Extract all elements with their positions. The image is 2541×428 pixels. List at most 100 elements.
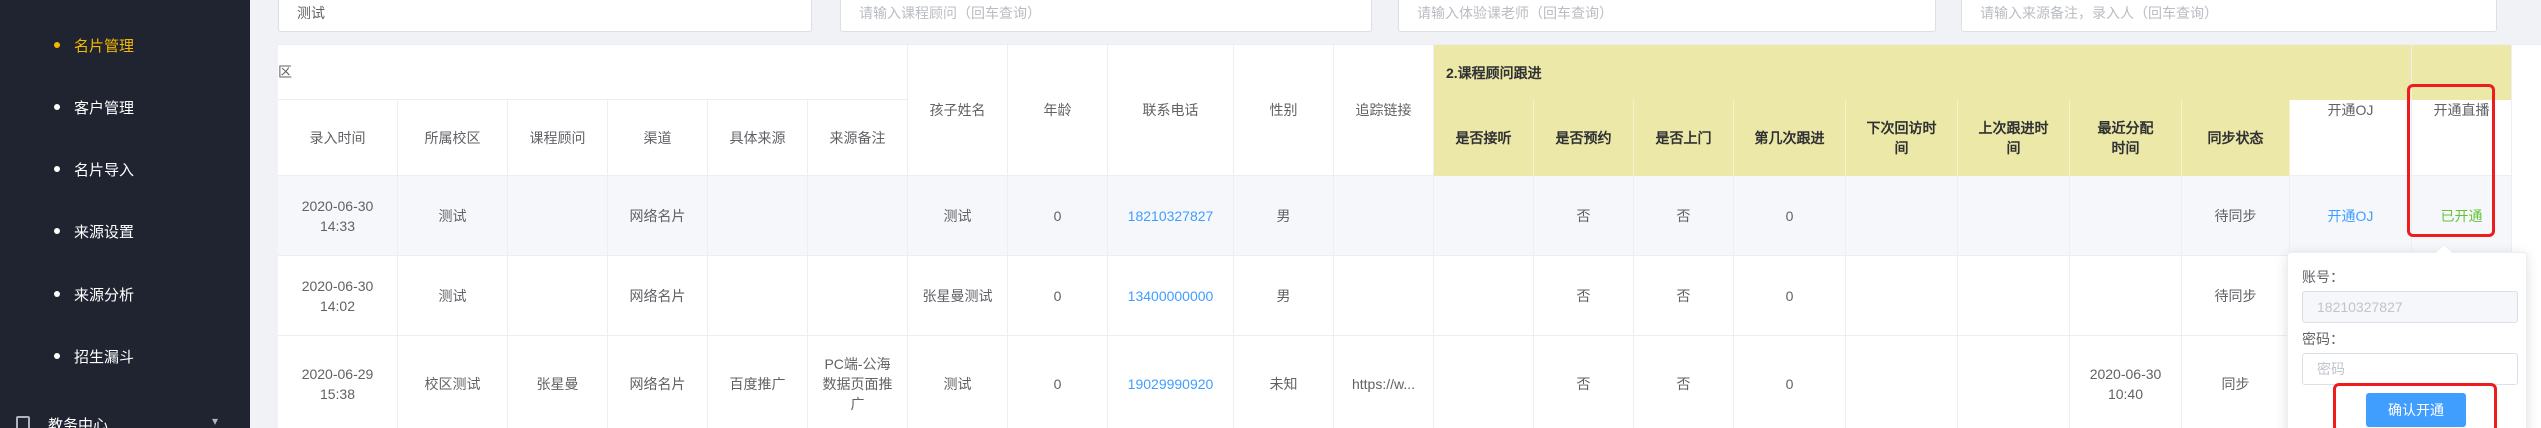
cell-age: 0 [1008, 336, 1108, 428]
cell-age: 0 [1008, 176, 1108, 256]
sidebar-group-label: 教务中心 [48, 417, 109, 428]
cell-campus: 测试 [398, 176, 508, 256]
cell-follow-count: 0 [1734, 256, 1846, 336]
col-header-last-follow: 上次跟进时间 [1958, 100, 2070, 176]
cell-next-visit [1846, 256, 1958, 336]
sidebar-group-academic[interactable]: 教务中心 ▾ [0, 408, 250, 428]
cell-consultant [508, 256, 608, 336]
cell-last-assign: 2020-06-30 10:40 [2070, 336, 2182, 428]
open-oj-button[interactable]: 开通OJ [2290, 176, 2412, 256]
cell-last-assign [2070, 256, 2182, 336]
source-search-input[interactable] [1980, 0, 2496, 31]
sidebar-item-label: 招生漏斗 [74, 348, 135, 366]
password-label: 密码： [2302, 331, 2344, 347]
cell-age: 0 [1008, 256, 1108, 336]
cell-source [708, 256, 808, 336]
col-header-visited: 是否上门 [1634, 100, 1734, 176]
cell-channel: 网络名片 [608, 336, 708, 428]
cell-child-name: 张星曼测试 [908, 256, 1008, 336]
cell-source [708, 176, 808, 256]
cell-last-follow [1958, 336, 2070, 428]
cell-follow-count: 0 [1734, 176, 1846, 256]
source-filter[interactable] [1961, 0, 2497, 32]
col-header-channel: 渠道 [608, 100, 708, 176]
cell-channel: 网络名片 [608, 256, 708, 336]
teacher-filter[interactable] [1398, 0, 1936, 32]
sidebar-item-label: 来源设置 [74, 223, 135, 241]
sidebar-item-source-analysis[interactable]: 来源分析 [0, 279, 250, 309]
col-header-child-name: 孩子姓名 [908, 45, 1008, 176]
account-input[interactable] [2317, 299, 2517, 315]
campus-filter-input[interactable] [297, 0, 811, 31]
sidebar-item-source-settings[interactable]: 来源设置 [0, 216, 250, 246]
sidebar-item-customer-management[interactable]: 客户管理 [0, 92, 250, 122]
col-header-sync-status: 同步状态 [2182, 100, 2290, 176]
cell-gender: 未知 [1234, 336, 1334, 428]
cell-source-note [808, 256, 908, 336]
cell-source: 百度推广 [708, 336, 808, 428]
consultant-filter[interactable] [840, 0, 1372, 32]
sidebar-item-label: 名片导入 [74, 161, 135, 179]
cell-answered [1434, 176, 1534, 256]
chevron-down-icon: ▾ [212, 414, 219, 428]
cell-tracking-link [1334, 176, 1434, 256]
cell-consultant [508, 176, 608, 256]
col-header-entry-time: 录入时间 [278, 100, 398, 176]
sidebar-item-label: 名片管理 [74, 37, 135, 55]
highlight-open-live-column [2407, 84, 2495, 237]
col-header-tracking-link: 追踪链接 [1334, 45, 1434, 176]
book-icon [16, 416, 30, 428]
col-header-gender: 性别 [1234, 45, 1334, 176]
cell-child-name: 测试 [908, 176, 1008, 256]
cell-gender: 男 [1234, 176, 1334, 256]
password-input[interactable] [2317, 361, 2517, 377]
cell-appointment: 否 [1534, 256, 1634, 336]
cell-last-follow [1958, 176, 2070, 256]
col-header-next-visit: 下次回访时间 [1846, 100, 1958, 176]
col-header-open-oj: 开通OJ [2290, 45, 2412, 176]
col-header-consultant: 课程顾问 [508, 100, 608, 176]
cell-tracking-link [1334, 256, 1434, 336]
cell-channel: 网络名片 [608, 176, 708, 256]
sidebar-item-enrollment-funnel[interactable]: 招生漏斗 [0, 341, 250, 371]
bullet-icon [54, 353, 60, 359]
cell-entry-time: 2020-06-30 14:02 [278, 256, 398, 336]
cell-last-follow [1958, 256, 2070, 336]
cell-appointment: 否 [1534, 176, 1634, 256]
col-header-source: 具体来源 [708, 100, 808, 176]
cell-source-note: PC端-公海数据页面推广 [808, 336, 908, 428]
tracking-link[interactable]: https://w... [1334, 336, 1434, 428]
col-header-answered: 是否接听 [1434, 100, 1534, 176]
col-header-phone: 联系电话 [1108, 45, 1234, 176]
phone-link[interactable]: 18210327827 [1108, 176, 1234, 256]
cell-sync-status: 待同步 [2182, 176, 2290, 256]
cell-entry-time: 2020-06-29 15:38 [278, 336, 398, 428]
sidebar-item-card-management[interactable]: 名片管理 [0, 30, 250, 60]
col-header-source-note: 来源备注 [808, 100, 908, 176]
cell-sync-status: 同步 [2182, 336, 2290, 428]
campus-filter[interactable] [278, 0, 812, 32]
bullet-icon [54, 291, 60, 297]
password-field[interactable] [2302, 353, 2518, 385]
cell-sync-status: 待同步 [2182, 256, 2290, 336]
account-field[interactable] [2302, 291, 2518, 323]
group-header-campus: 区 [278, 45, 908, 100]
cell-next-visit [1846, 336, 1958, 428]
cell-child-name: 测试 [908, 336, 1008, 428]
phone-link[interactable]: 13400000000 [1108, 256, 1234, 336]
col-header-follow-count: 第几次跟进 [1734, 100, 1846, 176]
highlight-confirm-button [2333, 383, 2497, 428]
sidebar-item-card-import[interactable]: 名片导入 [0, 154, 250, 184]
cell-visited: 否 [1634, 256, 1734, 336]
cell-next-visit [1846, 176, 1958, 256]
phone-link[interactable]: 19029990920 [1108, 336, 1234, 428]
col-header-age: 年龄 [1008, 45, 1108, 176]
cell-visited: 否 [1634, 336, 1734, 428]
bullet-icon [54, 228, 60, 234]
cell-answered [1434, 256, 1534, 336]
cell-answered [1434, 336, 1534, 428]
consultant-search-input[interactable] [859, 0, 1371, 31]
teacher-search-input[interactable] [1417, 0, 1935, 31]
sidebar: 名片管理 客户管理 名片导入 来源设置 来源分析 招生漏斗 教务中心 ▾ [0, 0, 250, 428]
bullet-icon [54, 42, 60, 48]
